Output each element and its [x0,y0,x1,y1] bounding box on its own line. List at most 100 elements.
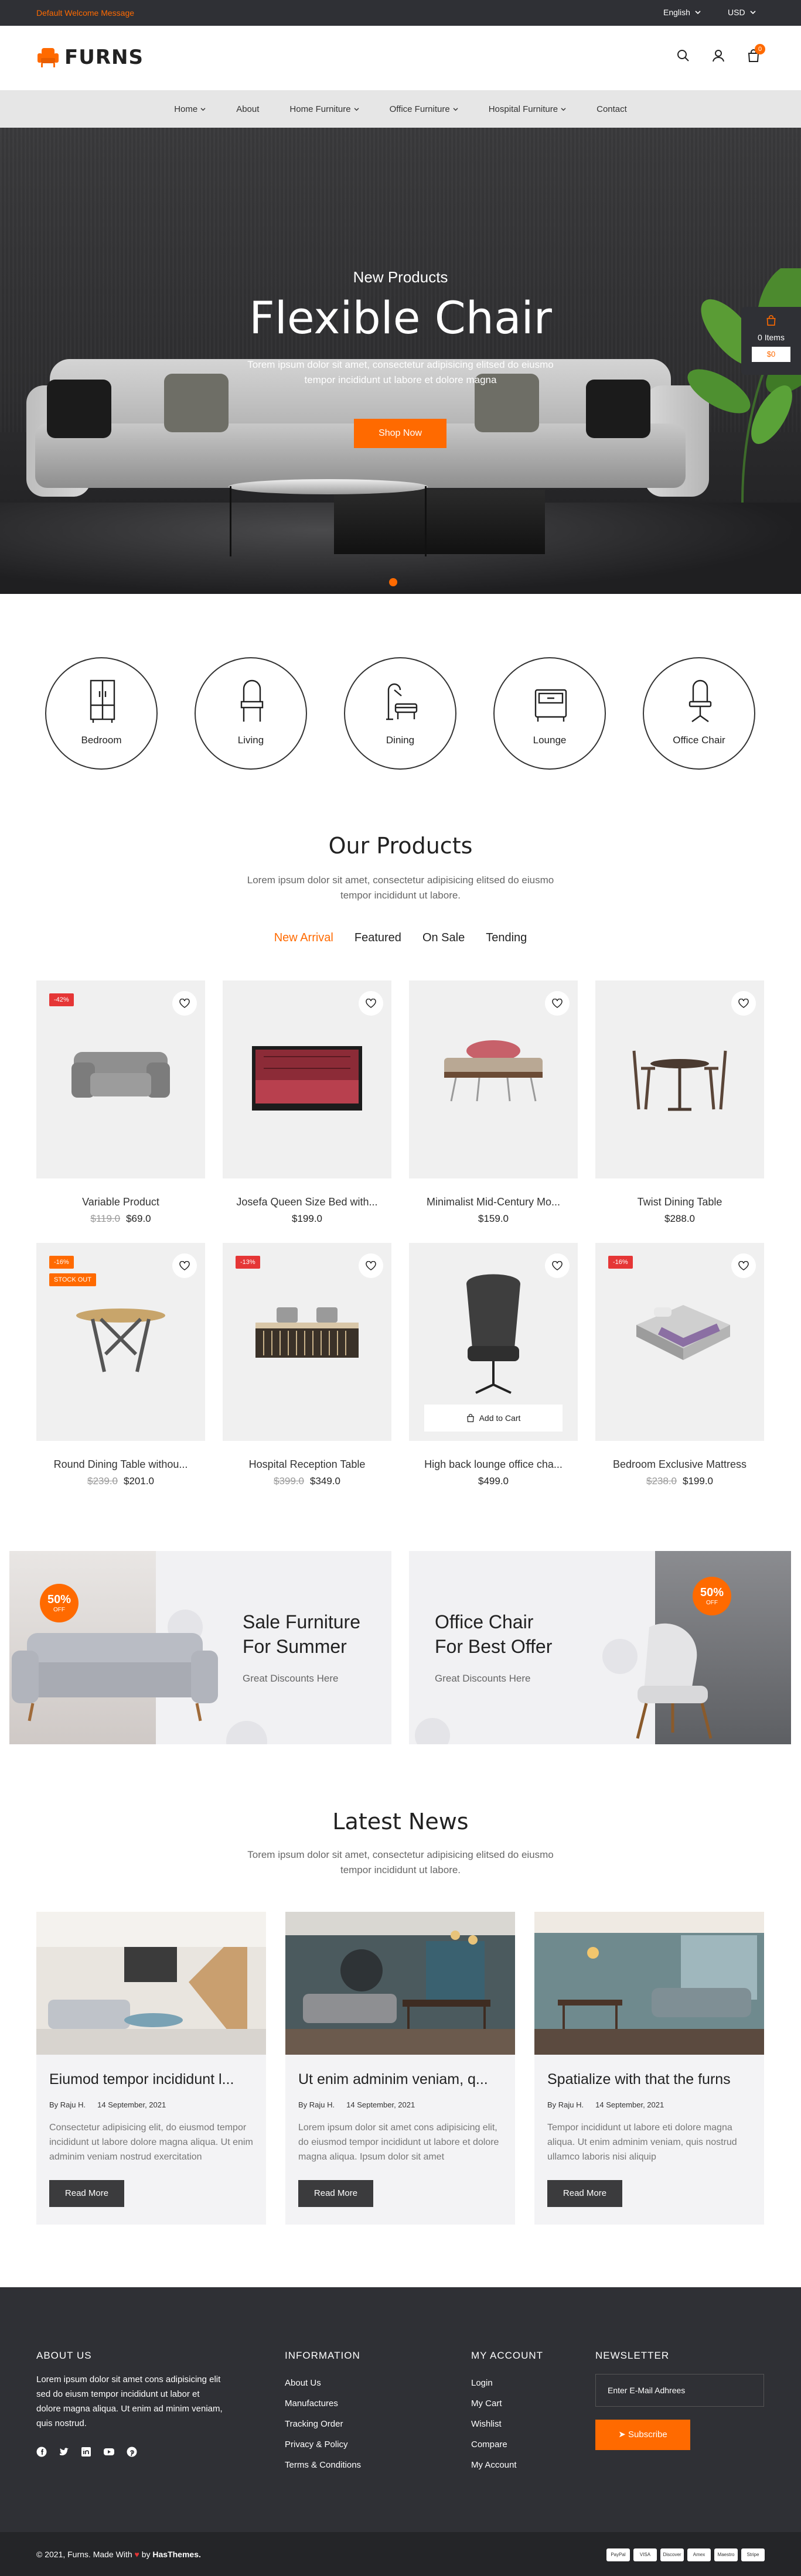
nav-item-hospital-furniture[interactable]: Hospital Furniture [473,104,581,114]
footer-link-about-us[interactable]: About Us [285,2373,361,2393]
nav-item-contact[interactable]: Contact [581,104,642,114]
dining-set-image [632,1050,727,1111]
product-card[interactable]: -13% Hospital Reception Table $399.0 $349… [223,1243,391,1487]
wardrobe-icon [90,679,115,723]
promo-banner-summer[interactable]: 50% OFF Sale Furniture For Summer Great … [9,1551,391,1744]
product-image[interactable]: -42% [36,980,205,1178]
product-image[interactable]: -16% STOCK OUT [36,1243,205,1441]
product-name[interactable]: Bedroom Exclusive Mattress [595,1458,764,1471]
cart-button[interactable]: 0 [747,44,765,62]
banner-title: Sale Furniture For Summer [243,1610,360,1659]
twitter-icon[interactable] [59,2447,69,2457]
chevron-down-icon [354,107,359,111]
news-card-title[interactable]: Spatialize with that the furns [547,2071,752,2088]
product-name[interactable]: Twist Dining Table [595,1196,764,1208]
footer-link-my-account[interactable]: My Account [471,2455,517,2475]
footer-link-tracking-order[interactable]: Tracking Order [285,2414,361,2434]
newsletter-email-input[interactable]: Enter E-Mail Adhrees [595,2374,764,2407]
nav-item-office-furniture[interactable]: Office Furniture [374,104,473,114]
copyright-by: by [141,2550,151,2559]
product-image[interactable]: -16% [595,1243,764,1441]
nav-item-label: Hospital Furniture [488,104,558,114]
subscribe-button[interactable]: ➤ Subscribe [595,2420,690,2450]
product-image[interactable] [595,980,764,1178]
category-label: Bedroom [81,734,122,746]
product-name[interactable]: Josefa Queen Size Bed with... [223,1196,391,1208]
footer-link-manufactures[interactable]: Manufactures [285,2393,361,2414]
category-lounge[interactable]: Lounge [493,657,606,770]
footer-link-login[interactable]: Login [471,2373,517,2393]
nav-item-label: About [236,104,260,114]
pinterest-icon[interactable] [127,2447,137,2457]
product-name[interactable]: Round Dining Table withou... [36,1458,205,1471]
nav-item-home-furniture[interactable]: Home Furniture [274,104,374,114]
company-link[interactable]: HasThemes. [152,2550,200,2559]
product-image[interactable] [409,980,578,1178]
news-card: Ut enim adminim veniam, q... By Raju H. 1… [285,1912,515,2225]
news-image[interactable] [285,1912,515,2055]
category-bedroom[interactable]: Bedroom [45,657,158,770]
tab-tending[interactable]: Tending [486,931,527,945]
category-office-chair[interactable]: Office Chair [643,657,755,770]
shop-now-button[interactable]: Shop Now [354,419,446,448]
news-date: 14 September, 2021 [346,2100,415,2109]
tab-featured[interactable]: Featured [355,931,401,945]
facebook-icon[interactable] [36,2447,47,2457]
products-title: Our Products [328,833,473,859]
language-selector[interactable]: English [663,8,701,17]
logo[interactable]: FURNS [36,46,144,69]
footer-link-privacy-policy[interactable]: Privacy & Policy [285,2434,361,2455]
product-card[interactable]: Twist Dining Table $288.0 [595,980,764,1225]
news-card: Eiumod tempor incididunt l... By Raju H.… [36,1912,266,2225]
category-dining[interactable]: Dining [344,657,456,770]
product-name[interactable]: Minimalist Mid-Century Mo... [409,1196,578,1208]
product-image[interactable]: -13% [223,1243,391,1441]
nav-item-home[interactable]: Home [159,104,221,114]
linkedin-icon[interactable] [81,2447,91,2457]
currency-selector[interactable]: USD [728,8,756,17]
footer-link-my-cart[interactable]: My Cart [471,2393,517,2414]
news-image[interactable] [534,1912,764,2055]
product-name[interactable]: Variable Product [36,1196,205,1208]
mini-cart-items: 0 Items [758,333,785,342]
news-image[interactable] [36,1912,266,2055]
news-card-title[interactable]: Ut enim adminim veniam, q... [298,2071,503,2088]
footer-link-terms[interactable]: Terms & Conditions [285,2455,361,2475]
footer-link-compare[interactable]: Compare [471,2434,517,2455]
tab-new-arrival[interactable]: New Arrival [274,931,333,945]
read-more-button[interactable]: Read More [298,2180,373,2207]
current-price: $201.0 [124,1475,154,1487]
category-living[interactable]: Living [195,657,307,770]
product-card[interactable]: Josefa Queen Size Bed with... $199.0 [223,980,391,1225]
product-card[interactable]: -16% STOCK OUT Round Dining Table withou… [36,1243,205,1487]
product-image[interactable]: Add to Cart [409,1243,578,1441]
subscribe-label: Subscribe [628,2430,667,2440]
user-icon[interactable] [712,49,725,62]
product-card[interactable]: Add to Cart High back lounge office cha.… [409,1243,578,1487]
read-more-button[interactable]: Read More [547,2180,622,2207]
news-card-title[interactable]: Eiumod tempor incididunt l... [49,2071,254,2088]
youtube-icon[interactable] [103,2447,115,2457]
current-price: $288.0 [664,1213,695,1224]
product-card[interactable]: -16% Bedroom Exclusive Mattress $238.0 $1… [595,1243,764,1487]
product-card[interactable]: -42% Variable Product $119.0 $69.0 [36,980,205,1225]
search-icon[interactable] [677,49,690,62]
add-to-cart-button[interactable]: Add to Cart [424,1405,563,1432]
nav-item-about[interactable]: About [221,104,274,114]
add-to-cart-label: Add to Cart [479,1413,521,1423]
product-name[interactable]: Hospital Reception Table [223,1458,391,1471]
tab-on-sale[interactable]: On Sale [422,931,465,945]
copyright-text: © 2021, Furns. Made With [36,2550,132,2559]
product-image[interactable] [223,980,391,1178]
product-card[interactable]: Minimalist Mid-Century Mo... $159.0 [409,980,578,1225]
nightstand-icon [534,689,567,722]
floating-mini-cart[interactable]: 0 Items $0 [741,307,801,375]
news-author: By Raju H. [547,2100,584,2109]
banner-subtitle: Great Discounts Here [243,1673,339,1684]
read-more-button[interactable]: Read More [49,2180,124,2207]
news-excerpt: Tempor incididunt ut labore eti dolore m… [547,2123,737,2162]
slider-dot-active[interactable] [389,578,397,586]
promo-banner-office-chair[interactable]: 50% OFF Office Chair For Best Offer Grea… [409,1551,791,1744]
footer-link-wishlist[interactable]: Wishlist [471,2414,517,2434]
product-name[interactable]: High back lounge office cha... [409,1458,578,1471]
